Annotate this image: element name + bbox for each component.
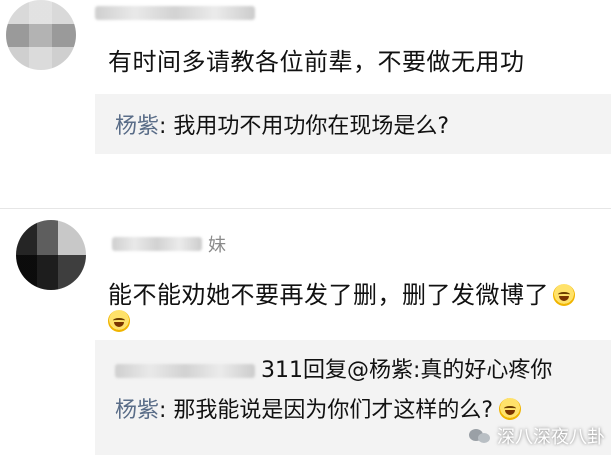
reply-line: 杨紫: 那我能说是因为你们才这样的么? [115,392,522,424]
avatar[interactable] [6,0,76,70]
laughing-emoji-icon [553,284,575,306]
blurred-username [115,364,255,378]
reply-line: 311回复@杨紫:真的好心疼你 [115,352,552,384]
laughing-emoji-icon [499,398,522,420]
comment-1: 有时间多请教各位前辈，不要做无用功 杨紫: 我用功不用功你在现场是么? [0,0,611,205]
comment-text: 能不能劝她不要再发了删，删了发微博了 [108,275,575,310]
blurred-username [112,237,202,251]
comment-2: 妹 能不能劝她不要再发了删，删了发微博了 311回复@杨紫:真的好心疼你 杨紫:… [0,215,611,455]
reply-text: : 我用功不用功你在现场是么? [159,114,450,139]
comment-text: 有时间多请教各位前辈，不要做无用功 [108,48,525,76]
username[interactable] [95,2,261,24]
watermark: 深八深夜八卦 [469,423,605,449]
wechat-icon [469,427,491,445]
reply-text: 311回复@杨紫:真的好心疼你 [261,358,553,383]
username-text: 妹 [208,235,226,256]
divider [0,208,611,209]
watermark-text: 深八深夜八卦 [497,427,605,448]
reply-line: 杨紫: 我用功不用功你在现场是么? [115,108,449,140]
username[interactable]: 妹 [112,233,226,256]
laughing-emoji-icon [108,310,130,332]
reply-author[interactable]: 杨紫 [115,398,159,423]
avatar[interactable] [16,220,86,290]
comment-text-content: 能不能劝她不要再发了删，删了发微博了 [108,281,549,309]
reply-text: : 那我能说是因为你们才这样的么? [159,398,494,423]
emoji-line [108,310,130,333]
reply-author[interactable]: 杨紫 [115,114,159,139]
blurred-username [95,6,255,20]
reply-box[interactable]: 杨紫: 我用功不用功你在现场是么? [95,94,611,154]
